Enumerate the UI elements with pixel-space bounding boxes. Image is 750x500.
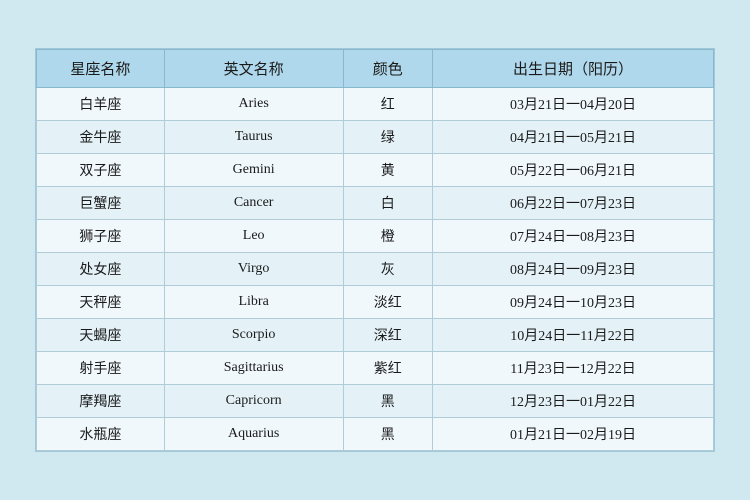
cell-color: 灰 <box>343 253 432 286</box>
cell-chinese: 水瓶座 <box>37 418 165 451</box>
cell-color: 黑 <box>343 418 432 451</box>
cell-chinese: 处女座 <box>37 253 165 286</box>
table-row: 天蝎座Scorpio深红10月24日一11月22日 <box>37 319 714 352</box>
table-row: 巨蟹座Cancer白06月22日一07月23日 <box>37 187 714 220</box>
cell-color: 黑 <box>343 385 432 418</box>
cell-english: Scorpio <box>164 319 343 352</box>
cell-english: Sagittarius <box>164 352 343 385</box>
cell-date: 11月23日一12月22日 <box>432 352 713 385</box>
cell-color: 白 <box>343 187 432 220</box>
cell-english: Capricorn <box>164 385 343 418</box>
header-color: 颜色 <box>343 50 432 88</box>
cell-date: 06月22日一07月23日 <box>432 187 713 220</box>
cell-chinese: 天秤座 <box>37 286 165 319</box>
table-row: 摩羯座Capricorn黑12月23日一01月22日 <box>37 385 714 418</box>
cell-english: Virgo <box>164 253 343 286</box>
table-row: 双子座Gemini黄05月22日一06月21日 <box>37 154 714 187</box>
cell-chinese: 射手座 <box>37 352 165 385</box>
cell-date: 03月21日一04月20日 <box>432 88 713 121</box>
cell-chinese: 双子座 <box>37 154 165 187</box>
cell-color: 橙 <box>343 220 432 253</box>
cell-english: Aries <box>164 88 343 121</box>
cell-date: 08月24日一09月23日 <box>432 253 713 286</box>
cell-color: 深红 <box>343 319 432 352</box>
cell-english: Libra <box>164 286 343 319</box>
table-row: 天秤座Libra淡红09月24日一10月23日 <box>37 286 714 319</box>
cell-chinese: 金牛座 <box>37 121 165 154</box>
cell-chinese: 白羊座 <box>37 88 165 121</box>
cell-color: 紫红 <box>343 352 432 385</box>
zodiac-table-container: 星座名称 英文名称 颜色 出生日期（阳历） 白羊座Aries红03月21日一04… <box>35 48 715 452</box>
cell-date: 12月23日一01月22日 <box>432 385 713 418</box>
cell-chinese: 摩羯座 <box>37 385 165 418</box>
cell-chinese: 巨蟹座 <box>37 187 165 220</box>
zodiac-table: 星座名称 英文名称 颜色 出生日期（阳历） 白羊座Aries红03月21日一04… <box>36 49 714 451</box>
cell-color: 红 <box>343 88 432 121</box>
cell-date: 09月24日一10月23日 <box>432 286 713 319</box>
cell-date: 04月21日一05月21日 <box>432 121 713 154</box>
table-row: 白羊座Aries红03月21日一04月20日 <box>37 88 714 121</box>
table-row: 处女座Virgo灰08月24日一09月23日 <box>37 253 714 286</box>
cell-color: 绿 <box>343 121 432 154</box>
header-chinese: 星座名称 <box>37 50 165 88</box>
cell-date: 05月22日一06月21日 <box>432 154 713 187</box>
table-row: 金牛座Taurus绿04月21日一05月21日 <box>37 121 714 154</box>
cell-date: 10月24日一11月22日 <box>432 319 713 352</box>
table-row: 水瓶座Aquarius黑01月21日一02月19日 <box>37 418 714 451</box>
cell-english: Leo <box>164 220 343 253</box>
table-row: 射手座Sagittarius紫红11月23日一12月22日 <box>37 352 714 385</box>
cell-color: 淡红 <box>343 286 432 319</box>
cell-chinese: 狮子座 <box>37 220 165 253</box>
table-header-row: 星座名称 英文名称 颜色 出生日期（阳历） <box>37 50 714 88</box>
cell-english: Gemini <box>164 154 343 187</box>
cell-color: 黄 <box>343 154 432 187</box>
cell-english: Aquarius <box>164 418 343 451</box>
cell-date: 01月21日一02月19日 <box>432 418 713 451</box>
cell-chinese: 天蝎座 <box>37 319 165 352</box>
cell-date: 07月24日一08月23日 <box>432 220 713 253</box>
cell-english: Cancer <box>164 187 343 220</box>
header-english: 英文名称 <box>164 50 343 88</box>
cell-english: Taurus <box>164 121 343 154</box>
header-date: 出生日期（阳历） <box>432 50 713 88</box>
table-row: 狮子座Leo橙07月24日一08月23日 <box>37 220 714 253</box>
